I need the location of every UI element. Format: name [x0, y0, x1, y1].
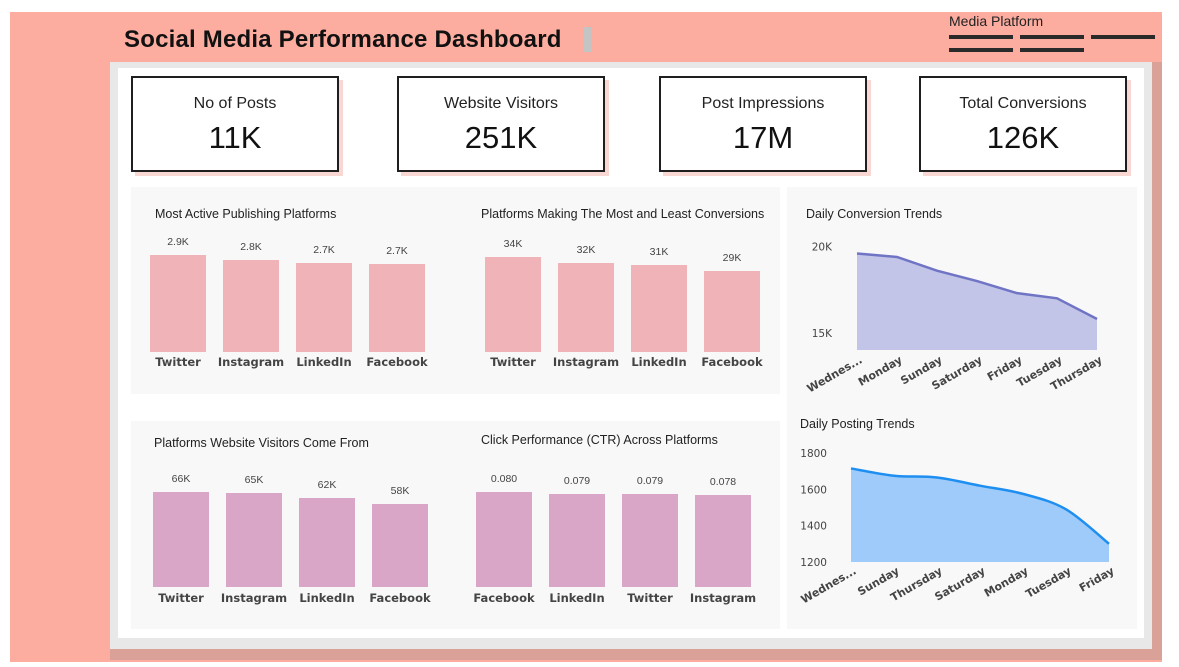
bar[interactable]: [631, 265, 687, 352]
chart-title: Platforms Making The Most and Least Conv…: [481, 207, 765, 221]
media-platform-slicer-label: Media Platform: [949, 13, 1044, 29]
category-label: Twitter: [158, 591, 204, 605]
bar[interactable]: [372, 504, 428, 587]
bar[interactable]: [299, 498, 355, 587]
category-label: Facebook: [366, 355, 428, 369]
slicer-option-5[interactable]: [1020, 48, 1084, 52]
bar[interactable]: [558, 263, 614, 352]
kpi-card-post-impressions: Post Impressions 17M: [659, 76, 867, 172]
chart-title: Click Performance (CTR) Across Platforms: [481, 433, 718, 447]
category-label: LinkedIn: [296, 355, 352, 369]
kpi-value: 17M: [732, 120, 794, 155]
category-label: LinkedIn: [299, 591, 355, 605]
bar[interactable]: [223, 260, 279, 352]
bar[interactable]: [549, 494, 605, 587]
kpi-label: Website Visitors: [443, 95, 559, 112]
slicer-option-3[interactable]: [1091, 35, 1155, 39]
trend-panel: [787, 187, 1137, 629]
data-label: 2.7K: [386, 245, 408, 257]
kpi-value: 251K: [464, 120, 538, 155]
slicer-option-2[interactable]: [1020, 35, 1084, 39]
category-label: LinkedIn: [631, 355, 687, 369]
data-label: 34K: [503, 238, 523, 250]
category-label: Twitter: [155, 355, 201, 369]
category-label: Instagram: [220, 591, 288, 605]
kpi-value: 11K: [208, 120, 262, 155]
page-title: Social Media Performance Dashboard: [124, 26, 562, 53]
data-label: 0.078: [709, 476, 737, 488]
kpi-card-website-visitors: Website Visitors 251K: [397, 76, 605, 172]
chart-title: Most Active Publishing Platforms: [155, 207, 337, 221]
category-label: Twitter: [490, 355, 536, 369]
bar[interactable]: [153, 492, 209, 587]
data-label: 0.079: [563, 475, 591, 487]
bar[interactable]: [369, 264, 425, 352]
bar[interactable]: [704, 271, 760, 352]
category-label: Instagram: [552, 355, 620, 369]
kpi-label: No of Posts: [193, 95, 277, 112]
kpi-label: Total Conversions: [959, 95, 1087, 112]
category-label: Instagram: [689, 591, 757, 605]
category-label: Facebook: [369, 591, 431, 605]
data-label: 2.9K: [167, 236, 189, 248]
bar[interactable]: [150, 255, 206, 352]
data-label: 2.8K: [240, 241, 262, 253]
data-label: 29K: [722, 252, 742, 264]
chart-title: Platforms Website Visitors Come From: [154, 436, 369, 450]
category-label: LinkedIn: [549, 591, 605, 605]
data-label: 0.079: [636, 475, 664, 487]
category-label: Twitter: [627, 591, 673, 605]
data-label: 65K: [244, 474, 264, 486]
bar[interactable]: [485, 257, 541, 352]
category-label: Facebook: [701, 355, 763, 369]
kpi-value: 126K: [986, 120, 1060, 155]
left-strip: [10, 62, 110, 662]
category-label: Facebook: [473, 591, 535, 605]
bar[interactable]: [695, 495, 751, 587]
kpi-label: Post Impressions: [701, 95, 825, 112]
bar[interactable]: [226, 493, 282, 587]
data-label: 31K: [649, 246, 669, 258]
data-label: 2.7K: [313, 244, 335, 256]
kpi-card-total-conversions: Total Conversions 126K: [919, 76, 1127, 172]
data-label: 32K: [576, 244, 596, 256]
data-label: 58K: [390, 485, 410, 497]
kpi-card-posts: No of Posts 11K: [131, 76, 339, 172]
slicer-option-1[interactable]: [949, 35, 1013, 39]
bar[interactable]: [476, 492, 532, 587]
bar[interactable]: [622, 494, 678, 587]
slicer-option-4[interactable]: [949, 48, 1013, 52]
data-label: 62K: [317, 479, 337, 491]
title-marker: [584, 27, 591, 52]
category-label: Instagram: [217, 355, 285, 369]
data-label: 66K: [171, 473, 191, 485]
data-label: 0.080: [490, 473, 518, 485]
bar[interactable]: [296, 263, 352, 352]
